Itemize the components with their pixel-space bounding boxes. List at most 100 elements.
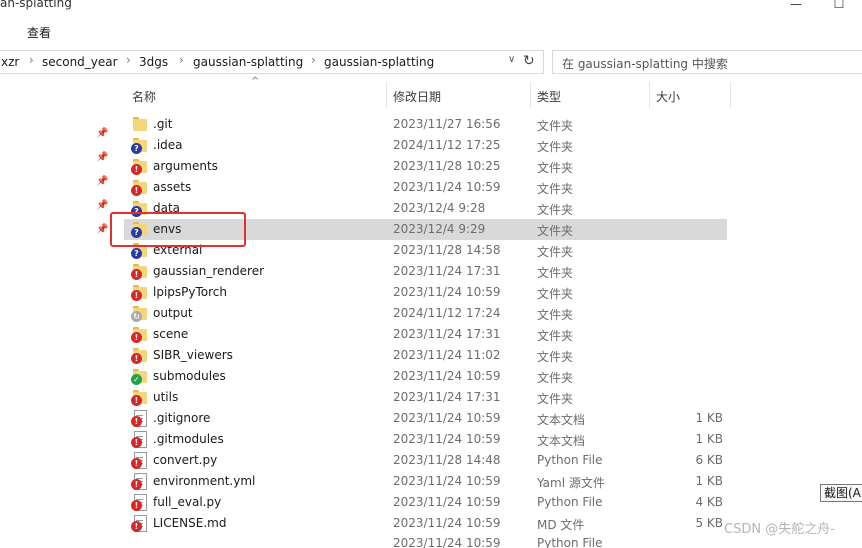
table-row[interactable]: ! utils 2023/11/24 17:31 文件夹	[124, 387, 727, 408]
column-divider[interactable]	[649, 82, 650, 108]
sort-ascending-icon: ^	[251, 76, 260, 87]
title-bar: an-splatting — ☐	[0, 0, 862, 16]
row-size: 1 KB	[695, 474, 723, 488]
table-row[interactable]: ? .idea 2024/11/12 17:25 文件夹	[124, 135, 727, 156]
table-row[interactable]: ✓ submodules 2023/11/24 10:59 文件夹	[124, 366, 727, 387]
row-type: 文件夹	[537, 371, 574, 385]
column-size[interactable]: 大小	[656, 88, 680, 105]
row-name: .gitignore	[153, 411, 211, 425]
status-sync-icon: ↻	[131, 311, 142, 322]
status-error-icon: !	[131, 416, 142, 427]
breadcrumb-item[interactable]: gaussian-splatting	[324, 55, 434, 69]
row-date: 2024/11/12 17:25	[393, 138, 501, 152]
folder-icon: !	[131, 179, 148, 196]
row-type: 文件夹	[537, 350, 574, 364]
window-title: an-splatting	[0, 0, 72, 10]
row-name: convert.py	[153, 453, 218, 467]
folder-icon: ?	[131, 137, 148, 154]
pin-icon[interactable]: 📌	[96, 152, 108, 164]
table-row[interactable]: ! lpipsPyTorch 2023/11/24 10:59 文件夹	[124, 282, 727, 303]
folder-icon: !	[131, 347, 148, 364]
status-unknown-icon: ?	[131, 248, 142, 259]
table-row[interactable]: ! LICENSE.md 2023/11/24 10:59 MD 文件 5 KB	[124, 513, 727, 534]
table-row[interactable]: ! assets 2023/11/24 10:59 文件夹	[124, 177, 727, 198]
table-row[interactable]: .git 2023/11/27 16:56 文件夹	[124, 114, 727, 135]
row-date: 2023/11/24 10:59	[393, 516, 501, 530]
breadcrumb-item[interactable]: 3dgs	[139, 55, 168, 69]
row-date: 2023/11/24 17:31	[393, 264, 501, 278]
chevron-right-icon[interactable]: ›	[126, 53, 131, 67]
column-name[interactable]: 名称	[132, 88, 156, 105]
row-date: 2023/11/24 10:59	[393, 411, 501, 425]
address-bar[interactable]: xzr › second_year › 3dgs › gaussian-spla…	[0, 50, 544, 74]
status-error-icon: !	[131, 164, 142, 175]
table-row[interactable]: ! SIBR_viewers 2023/11/24 11:02 文件夹	[124, 345, 727, 366]
status-error-icon: !	[131, 332, 142, 343]
row-name: .idea	[153, 138, 183, 152]
row-size: 5 KB	[695, 516, 723, 530]
row-type: 文件夹	[537, 224, 574, 238]
breadcrumb-item[interactable]: gaussian-splatting	[193, 55, 303, 69]
row-type: Python File	[537, 453, 603, 467]
column-date[interactable]: 修改日期	[393, 88, 441, 105]
row-date: 2023/11/28 14:48	[393, 453, 501, 467]
status-error-icon: !	[131, 185, 142, 196]
pin-icon[interactable]: 📌	[96, 128, 108, 140]
folder-icon: ✓	[131, 368, 148, 385]
refresh-icon[interactable]: ↻	[523, 53, 535, 69]
row-type: Python File	[537, 536, 603, 548]
table-row[interactable]: 2023/11/24 10:59 Python File	[124, 536, 727, 548]
table-row[interactable]: ! gaussian_renderer 2023/11/24 17:31 文件夹	[124, 261, 727, 282]
row-name: .git	[153, 117, 173, 131]
chevron-right-icon[interactable]: ›	[179, 53, 184, 67]
table-row[interactable]: ! .gitignore 2023/11/24 10:59 文本文档 1 KB	[124, 408, 727, 429]
python-file-icon: !	[131, 494, 148, 511]
chevron-right-icon[interactable]: ›	[29, 53, 34, 67]
row-type: 文本文档	[537, 434, 586, 448]
minimize-icon[interactable]: —	[790, 0, 802, 10]
table-row[interactable]: ↻ output 2024/11/12 17:24 文件夹	[124, 303, 727, 324]
row-name: environment.yml	[153, 474, 256, 488]
table-row[interactable]: ! .gitmodules 2023/11/24 10:59 文本文档 1 KB	[124, 429, 727, 450]
table-row[interactable]: ! full_eval.py 2023/11/24 10:59 Python File…	[124, 492, 727, 513]
column-type[interactable]: 类型	[537, 88, 561, 105]
row-type: 文件夹	[537, 308, 574, 322]
tab-view[interactable]: 查看	[27, 24, 51, 41]
status-error-icon: !	[131, 290, 142, 301]
row-name: output	[153, 306, 193, 320]
row-name: arguments	[153, 159, 218, 173]
pin-icon[interactable]: 📌	[96, 200, 108, 212]
table-row[interactable]: ! convert.py 2023/11/28 14:48 Python File 6 …	[124, 450, 727, 471]
folder-icon: !	[131, 284, 148, 301]
row-type: 文件夹	[537, 329, 574, 343]
row-name: scene	[153, 327, 189, 341]
pin-icon[interactable]: 📌	[96, 224, 108, 236]
pin-icon[interactable]: 📌	[96, 176, 108, 188]
yaml-file-icon: !	[131, 473, 148, 490]
search-input[interactable]: 在 gaussian-splatting 中搜索	[552, 50, 862, 74]
status-unknown-icon: ?	[131, 143, 142, 154]
row-size: 1 KB	[695, 432, 723, 446]
column-divider[interactable]	[386, 82, 387, 108]
row-type: 文件夹	[537, 140, 574, 154]
row-date: 2023/11/28 10:25	[393, 159, 501, 173]
chevron-right-icon[interactable]: ›	[311, 53, 316, 67]
python-file-icon: !	[131, 452, 148, 469]
folder-icon: !	[131, 158, 148, 175]
column-divider[interactable]	[730, 82, 731, 108]
row-date: 2023/11/24 17:31	[393, 327, 501, 341]
chevron-down-icon[interactable]: ∨	[508, 54, 515, 65]
row-name: .gitmodules	[153, 432, 224, 446]
maximize-icon[interactable]: ☐	[833, 0, 845, 10]
breadcrumb-item[interactable]: second_year	[42, 55, 118, 69]
table-row[interactable]: ! arguments 2023/11/28 10:25 文件夹	[124, 156, 727, 177]
status-error-icon: !	[131, 353, 142, 364]
breadcrumb-item[interactable]: xzr	[1, 55, 19, 69]
table-row[interactable]: ! scene 2023/11/24 17:31 文件夹	[124, 324, 727, 345]
row-date: 2023/11/24 10:59	[393, 285, 501, 299]
column-divider[interactable]	[530, 82, 531, 108]
status-error-icon: !	[131, 479, 142, 490]
table-row[interactable]: ! environment.yml 2023/11/24 10:59 Yaml 源文件…	[124, 471, 727, 492]
row-name: assets	[153, 180, 192, 194]
row-type: 文件夹	[537, 119, 574, 133]
